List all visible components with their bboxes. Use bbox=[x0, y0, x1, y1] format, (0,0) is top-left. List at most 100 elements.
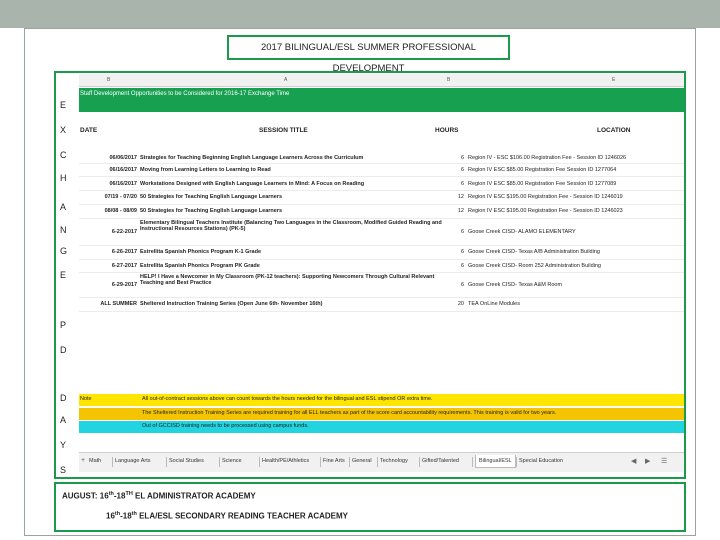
row-location[interactable]: Region IV ESC $195.00 Registration Fee -… bbox=[468, 194, 682, 200]
row-session-title[interactable]: Sheltered Instruction Training Series (O… bbox=[140, 301, 450, 307]
table-row[interactable]: 6-26-2017 Estrellita Spanish Phonics Prog… bbox=[79, 246, 684, 260]
row-session-title[interactable]: Workstations Designed with English Langu… bbox=[140, 181, 450, 187]
top-title-bar bbox=[0, 0, 720, 28]
sheet-tab-bilingual-esl[interactable]: Bilingual/ESL bbox=[475, 455, 516, 468]
row-location[interactable]: Goose Creek CISD- Texas A/B Administrati… bbox=[468, 249, 682, 255]
table-row[interactable]: 06/16/2017 Workstations Designed with Eng… bbox=[79, 178, 684, 191]
side-letter: E bbox=[60, 270, 67, 280]
row-session-title[interactable]: Estrellita Spanish Phonics Program K-1 G… bbox=[140, 249, 450, 255]
column-letter[interactable]: E bbox=[612, 77, 615, 83]
sheet-tab-science[interactable]: Science bbox=[222, 458, 242, 464]
row-date[interactable]: 06/06/2017 bbox=[79, 155, 137, 161]
side-letter: G bbox=[60, 246, 68, 256]
row-location[interactable]: Region IV ESC $85.00 Registration Fee Se… bbox=[468, 167, 682, 173]
column-letter[interactable]: A bbox=[284, 77, 287, 83]
row-hours[interactable]: 6 bbox=[434, 181, 464, 187]
row-location[interactable]: Region IV ESC $195.00 Registration Fee -… bbox=[468, 208, 682, 214]
sheet-tab-special-education[interactable]: Special Education bbox=[519, 458, 563, 464]
row-location[interactable]: Goose Creek CISD- Room 252 Administratio… bbox=[468, 263, 682, 269]
row-date[interactable]: 06/16/2017 bbox=[79, 181, 137, 187]
note-text: The Sheltered Instruction Training Serie… bbox=[142, 410, 557, 416]
row-session-title[interactable]: HELP! I Have a Newcomer in My Classroom … bbox=[140, 274, 450, 286]
row-hours[interactable]: 6 bbox=[434, 282, 464, 288]
academy-line-1: AUGUST: 16th-18TH EL ADMINISTRATOR ACADE… bbox=[62, 491, 256, 501]
sheet-tab-math[interactable]: Math bbox=[89, 458, 101, 464]
row-hours[interactable]: 6 bbox=[434, 229, 464, 235]
row-location[interactable]: Region IV - ESC $106.00 Registration Fee… bbox=[468, 155, 682, 161]
row-location[interactable]: Goose Creek CISD- Texas A&M Room bbox=[468, 282, 682, 288]
sheet-tab-technology[interactable]: Technology bbox=[380, 458, 408, 464]
spreadsheet-grid: B A B E Staff Development Opportunities … bbox=[79, 74, 684, 474]
academy-2-prefix: 16 bbox=[106, 511, 115, 521]
note-text: All out-of-contract sessions above can c… bbox=[142, 396, 433, 402]
sheet-list-icon[interactable]: ☰ bbox=[661, 457, 667, 465]
tab-separator bbox=[472, 457, 473, 467]
tab-separator bbox=[377, 457, 378, 467]
sheet-tab-gifted-talented[interactable]: Gifted/Talented bbox=[422, 458, 459, 464]
scroll-left-icon[interactable]: ◀ bbox=[631, 457, 636, 465]
academy-1-sup-2: TH bbox=[125, 491, 133, 497]
sheet-title-row[interactable]: Staff Development Opportunities to be Co… bbox=[79, 88, 684, 112]
row-hours[interactable]: 6 bbox=[434, 249, 464, 255]
header-location[interactable]: LOCATION bbox=[597, 127, 630, 134]
row-date[interactable]: 6-26-2017 bbox=[79, 249, 137, 255]
column-letter[interactable]: B bbox=[447, 77, 450, 83]
row-hours[interactable]: 12 bbox=[434, 194, 464, 200]
side-letter: H bbox=[60, 173, 67, 183]
row-date[interactable]: 08/08 - 08/09 bbox=[79, 208, 137, 214]
row-session-title[interactable]: Elementary Bilingual Teachers Institute … bbox=[140, 220, 450, 232]
row-location[interactable]: Goose Creek CISD- ALAMO ELEMENTARY bbox=[468, 229, 682, 235]
row-session-title[interactable]: Strategies for Teaching Beginning Englis… bbox=[140, 155, 450, 161]
sheet-tab-fine-arts[interactable]: Fine Arts bbox=[323, 458, 345, 464]
table-row[interactable]: 6-27-2017 Estrellita Spanish Phonics Prog… bbox=[79, 260, 684, 273]
academy-1-prefix: AUGUST: 16 bbox=[62, 491, 109, 501]
row-date[interactable]: 6-29-2017 bbox=[79, 282, 137, 288]
note-row[interactable]: Note All out-of-contract sessions above c… bbox=[79, 394, 684, 406]
sheet-tab-general[interactable]: General bbox=[352, 458, 372, 464]
row-hours[interactable]: 6 bbox=[434, 155, 464, 161]
sheet-tab-social-studies[interactable]: Social Studies bbox=[169, 458, 204, 464]
add-sheet-icon[interactable]: + bbox=[81, 457, 85, 464]
header-session-title[interactable]: SESSION TITLE bbox=[259, 127, 308, 134]
table-row[interactable]: 06/16/2017 Moving from Learning Letters t… bbox=[79, 164, 684, 177]
row-hours[interactable]: 6 bbox=[434, 263, 464, 269]
row-date[interactable]: ALL SUMMER bbox=[79, 301, 137, 307]
note-text: Out of GCCISD training needs to be proce… bbox=[142, 423, 309, 429]
table-row[interactable]: 6-29-2017 HELP! I Have a Newcomer in My C… bbox=[79, 273, 684, 298]
row-hours[interactable]: 12 bbox=[434, 208, 464, 214]
scroll-right-icon[interactable]: ▶ bbox=[645, 457, 650, 465]
tab-separator bbox=[112, 457, 113, 467]
row-date[interactable]: 6-27-2017 bbox=[79, 263, 137, 269]
row-location[interactable]: TEA OnLine Modules bbox=[468, 301, 682, 307]
academy-2-mid: -18 bbox=[120, 511, 132, 521]
row-hours[interactable]: 20 bbox=[434, 301, 464, 307]
slide-title: 2017 BILINGUAL/ESL SUMMER PROFESSIONAL D… bbox=[227, 35, 510, 74]
academy-box: AUGUST: 16th-18TH EL ADMINISTRATOR ACADE… bbox=[54, 482, 686, 532]
row-date[interactable]: 07/19 - 07/20 bbox=[79, 194, 137, 200]
table-row[interactable]: 6-22-2017 Elementary Bilingual Teachers I… bbox=[79, 219, 684, 246]
sheet-tab-language-arts[interactable]: Language Arts bbox=[115, 458, 150, 464]
side-letter: S bbox=[60, 465, 67, 475]
row-session-title[interactable]: 50 Strategies for Teaching English Langu… bbox=[140, 194, 450, 200]
table-row[interactable]: 07/19 - 07/20 50 Strategies for Teaching … bbox=[79, 191, 684, 205]
note-row[interactable]: Out of GCCISD training needs to be proce… bbox=[79, 421, 684, 433]
row-session-title[interactable]: Moving from Learning Letters to Learning… bbox=[140, 167, 450, 173]
header-hours[interactable]: HOURS bbox=[435, 127, 458, 134]
table-row[interactable]: 08/08 - 08/09 50 Strategies for Teaching … bbox=[79, 205, 684, 219]
table-row[interactable]: 06/06/2017 Strategies for Teaching Beginn… bbox=[79, 152, 684, 164]
row-session-title[interactable]: 50 Strategies for Teaching English Langu… bbox=[140, 208, 450, 214]
sheet-tab-health-pe-athletics[interactable]: Health/PE/Athletics bbox=[262, 458, 309, 464]
row-date[interactable]: 06/16/2017 bbox=[79, 167, 137, 173]
table-row[interactable]: ALL SUMMER Sheltered Instruction Training… bbox=[79, 298, 684, 312]
row-location[interactable]: Region IV ESC $85.00 Registration Fee Se… bbox=[468, 181, 682, 187]
side-letter: A bbox=[60, 202, 67, 212]
row-date[interactable]: 6-22-2017 bbox=[79, 229, 137, 235]
row-hours[interactable]: 6 bbox=[434, 167, 464, 173]
row-session-title[interactable]: Estrellita Spanish Phonics Program PK Gr… bbox=[140, 263, 450, 269]
table-header-row: DATE SESSION TITLE HOURS LOCATION bbox=[79, 124, 684, 138]
note-row[interactable]: The Sheltered Instruction Training Serie… bbox=[79, 408, 684, 420]
column-letter[interactable]: B bbox=[107, 77, 110, 83]
side-letter: D bbox=[60, 345, 67, 355]
side-letter: A bbox=[60, 415, 67, 425]
header-date[interactable]: DATE bbox=[80, 127, 97, 134]
